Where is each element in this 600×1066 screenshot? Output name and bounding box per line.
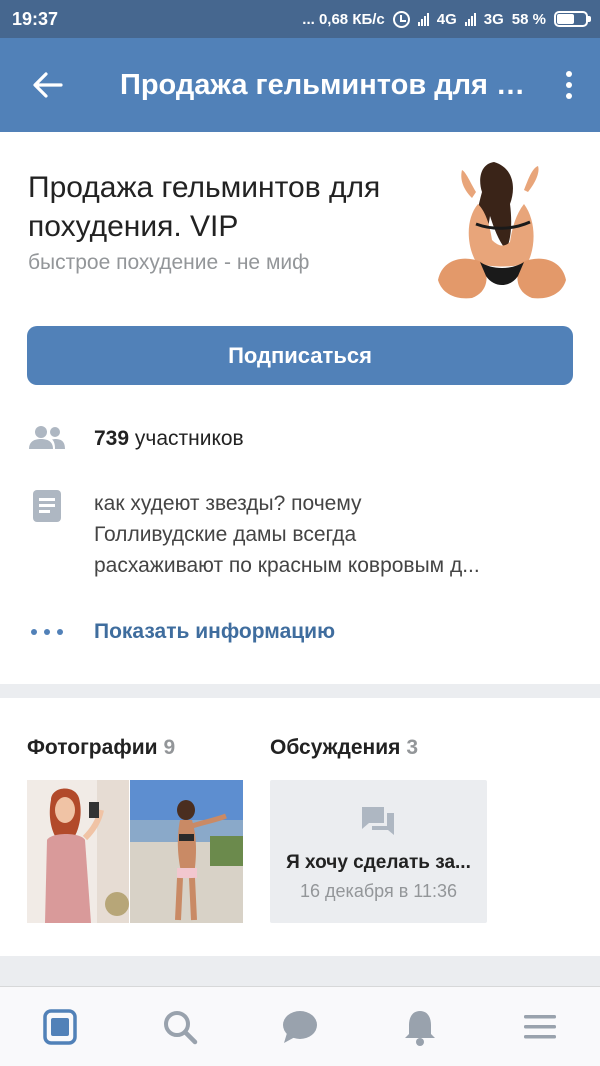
- description-line-2: Голливудские дамы всегда: [94, 523, 357, 546]
- discussions-header[interactable]: Обсуждения 3: [270, 736, 418, 760]
- nav-notifications[interactable]: [360, 987, 480, 1066]
- network-type-2: 3G: [483, 10, 504, 28]
- discussion-date: 16 декабря в 11:36: [300, 881, 457, 901]
- network-speed: ... 0,68 КБ/с: [302, 10, 385, 28]
- back-button[interactable]: [0, 38, 96, 132]
- members-count[interactable]: 739 участников: [94, 427, 244, 451]
- discussion-card[interactable]: Я хочу сделать за... 16 декабря в 11:36: [270, 780, 487, 923]
- toolbar: Продажа гельминтов для п...: [0, 38, 600, 132]
- discussion-icon: [362, 807, 394, 835]
- page-title: Продажа гельминтов для п...: [120, 68, 530, 101]
- bottom-navigation: [0, 986, 600, 1066]
- battery-level: [557, 14, 575, 24]
- nav-search[interactable]: [120, 987, 240, 1066]
- group-description: как худеют звезды? почему Голливудские д…: [94, 488, 554, 581]
- media-card: Фотографии 9 Обсуждения 3 Я хочу сделать з…: [0, 698, 600, 956]
- arrow-left-icon: [33, 72, 63, 98]
- show-info-link[interactable]: Показать информацию: [94, 620, 335, 644]
- photo-thumbnail[interactable]: [27, 780, 129, 923]
- notifications-icon: [405, 1010, 435, 1046]
- signal-icon: [417, 12, 429, 26]
- status-indicators: ... 0,68 КБ/с 4G 3G 58 %: [302, 10, 591, 28]
- alarm-icon: [392, 10, 410, 28]
- description-line-1: как худеют звезды? почему: [94, 492, 362, 515]
- group-header-card: Продажа гельминтов для похудения. VIP бы…: [0, 132, 600, 684]
- menu-icon: [524, 1014, 556, 1038]
- status-time: 19:37: [12, 8, 59, 29]
- nav-news[interactable]: [0, 987, 120, 1066]
- photos-title: Фотографии: [27, 736, 158, 759]
- subscribe-button[interactable]: Подписаться: [27, 326, 573, 385]
- battery-icon: [554, 11, 591, 27]
- messages-icon: [283, 1010, 317, 1043]
- nav-menu[interactable]: [480, 987, 600, 1066]
- discussions-count: 3: [406, 736, 419, 759]
- photos-header[interactable]: Фотографии 9: [27, 736, 175, 760]
- battery-percent: 58 %: [511, 10, 546, 28]
- more-vertical-icon[interactable]: [564, 71, 574, 99]
- group-status: быстрое похудение - не миф: [28, 251, 310, 274]
- discussions-title: Обсуждения: [270, 736, 401, 759]
- members-number: 739: [94, 427, 130, 450]
- members-label: участников: [134, 427, 244, 450]
- discussion-title: Я хочу сделать за...: [286, 852, 471, 873]
- members-icon: [29, 426, 65, 449]
- description-line-3: расхаживают по красным ковровым д...: [94, 554, 480, 577]
- nav-messages[interactable]: [240, 987, 360, 1066]
- group-avatar[interactable]: [432, 158, 572, 304]
- news-icon: [43, 1008, 77, 1045]
- group-name: Продажа гельминтов для похудения. VIP: [28, 171, 381, 243]
- photo-thumbnail[interactable]: [130, 780, 243, 923]
- photos-count: 9: [163, 736, 176, 759]
- signal-icon-2: [464, 12, 476, 26]
- description-icon: [33, 490, 61, 522]
- more-horizontal-icon: [31, 629, 63, 637]
- status-bar: 19:37 ... 0,68 КБ/с 4G 3G 58 %: [0, 0, 600, 38]
- search-icon: [164, 1010, 198, 1044]
- network-type-1: 4G: [436, 10, 457, 28]
